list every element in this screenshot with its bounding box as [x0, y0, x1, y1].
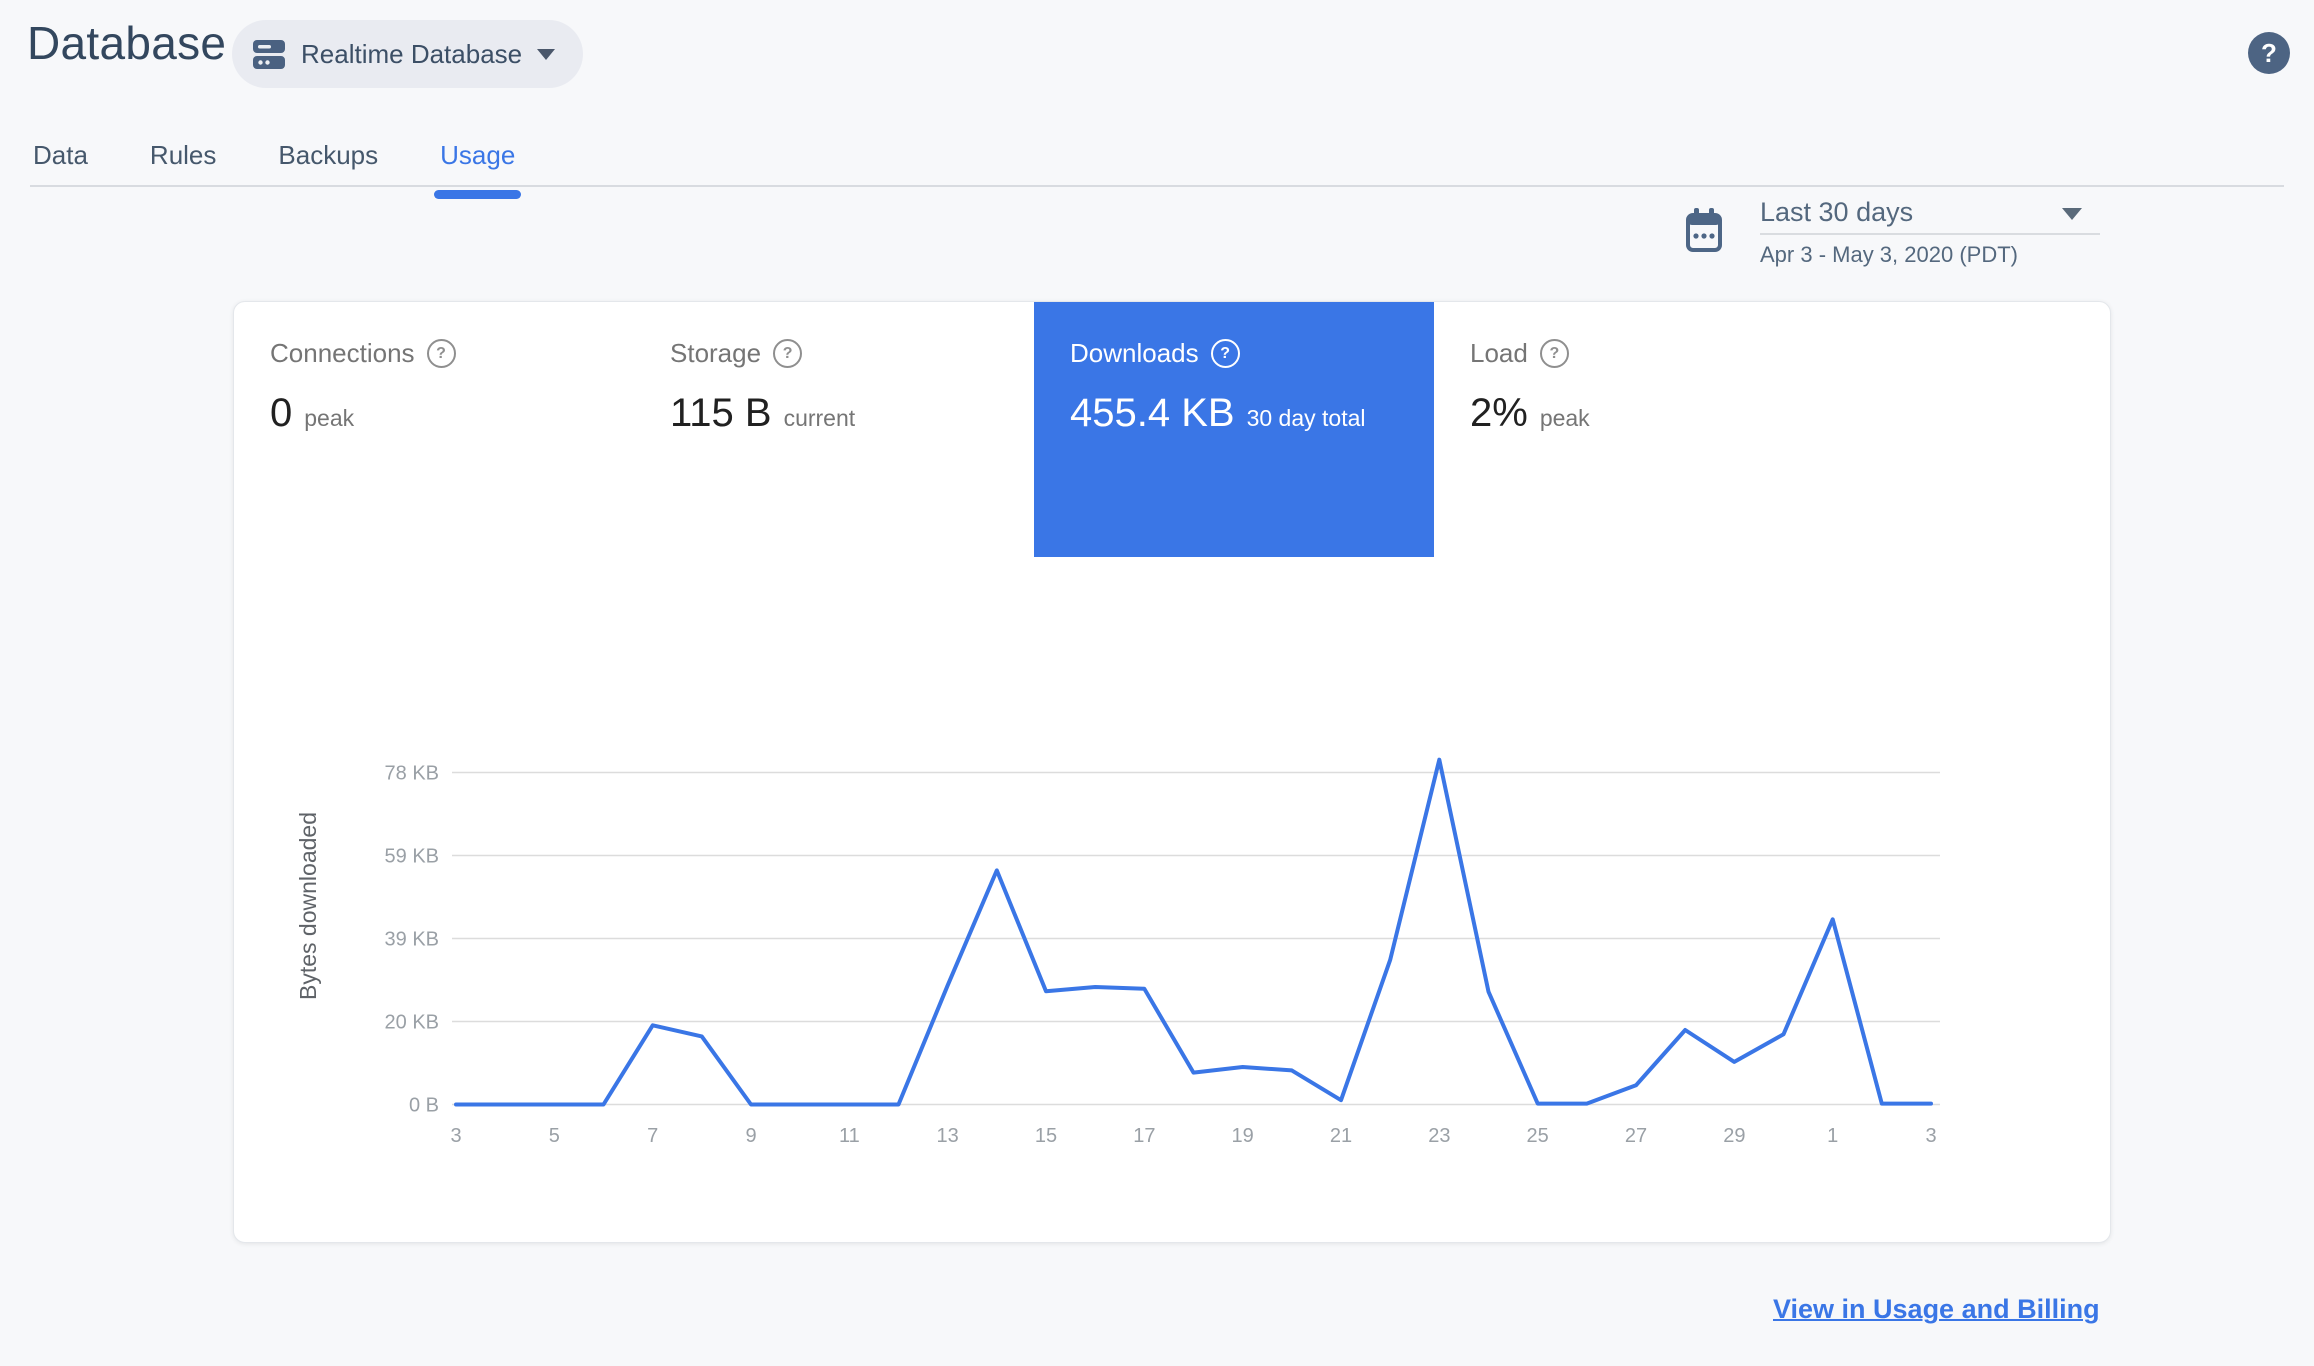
x-axis-tick-label: 25 — [1527, 1125, 1549, 1147]
x-axis-tick-label: 21 — [1330, 1125, 1352, 1147]
help-button[interactable]: ? — [2248, 32, 2290, 74]
database-selector-label: Realtime Database — [301, 38, 523, 69]
date-range-preset[interactable]: Last 30 days — [1760, 197, 1913, 228]
x-axis-tick-label: 17 — [1133, 1125, 1155, 1147]
y-axis-title: Bytes downloaded — [295, 812, 321, 1000]
x-axis-tick-label: 27 — [1625, 1125, 1647, 1147]
x-axis-tick-label: 11 — [839, 1125, 860, 1147]
chevron-down-icon — [537, 48, 556, 60]
x-axis-tick-label: 7 — [647, 1125, 658, 1147]
date-range-underline — [1760, 233, 2100, 235]
usage-line-chart: 0 B20 KB39 KB59 KB78 KB3 5 7 9 11 13 15 17 19 21 2… — [295, 757, 1940, 1147]
y-axis-tick-label: 0 B — [409, 1095, 439, 1117]
x-axis-tick-label: 3 — [450, 1125, 461, 1147]
x-axis-tick-label: 9 — [745, 1125, 756, 1147]
x-axis-tick-label: 29 — [1723, 1125, 1745, 1147]
view-usage-billing-link[interactable]: View in Usage and Billing — [1773, 1294, 2100, 1325]
x-axis-tick-label: 5 — [549, 1125, 560, 1147]
date-range-chevron-down-icon[interactable] — [2062, 208, 2082, 220]
y-axis-tick-label: 59 KB — [385, 846, 439, 868]
x-axis-tick-label: 1 — [1827, 1125, 1838, 1147]
chart-line — [454, 757, 1933, 1107]
database-server-icon — [252, 37, 286, 71]
active-tab-indicator — [434, 190, 522, 199]
y-axis-tick-label: 39 KB — [385, 929, 439, 951]
tab-bar-divider — [30, 185, 2284, 187]
x-axis-tick-label: 13 — [937, 1125, 959, 1147]
help-icon: ? — [2261, 37, 2277, 68]
x-axis-tick-label: 3 — [1925, 1125, 1936, 1147]
x-axis-tick-label: 15 — [1035, 1125, 1057, 1147]
x-axis-tick-label: 19 — [1232, 1125, 1254, 1147]
database-selector-dropdown[interactable]: Realtime Database — [232, 20, 584, 88]
y-axis-tick-label: 78 KB — [385, 763, 439, 785]
page-title: Database — [27, 17, 227, 69]
tab-usage-label: Usage — [440, 140, 516, 170]
usage-card: Connections ? 0 peak Storage ? 115 B cur… — [233, 301, 2111, 1243]
calendar-icon — [1685, 208, 1723, 259]
x-axis-tick-label: 23 — [1428, 1125, 1450, 1147]
date-range-detail: Apr 3 - May 3, 2020 (PDT) — [1760, 242, 2018, 267]
y-axis-tick-label: 20 KB — [385, 1012, 439, 1034]
